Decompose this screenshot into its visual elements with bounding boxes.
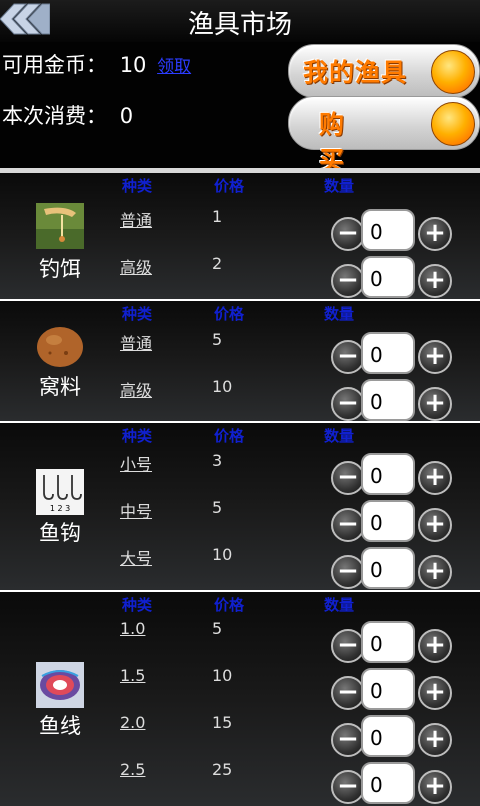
- kind-link[interactable]: 大号: [120, 545, 152, 569]
- price-value: 5: [212, 330, 223, 349]
- price-value: 1: [212, 207, 223, 226]
- quantity-input[interactable]: 0: [361, 453, 415, 495]
- column-header-qty: 数量: [324, 427, 355, 445]
- coins-value: 10: [119, 53, 147, 77]
- spend-value: 0: [119, 104, 134, 128]
- kind-link[interactable]: 小号: [120, 451, 152, 475]
- increase-button[interactable]: +: [418, 770, 452, 804]
- increase-button[interactable]: +: [418, 555, 452, 589]
- coins-row: 可用金币： 10 领取: [2, 49, 191, 79]
- decrease-button[interactable]: −: [331, 461, 365, 495]
- increase-button[interactable]: +: [418, 387, 452, 421]
- column-header-price: 价格: [214, 427, 245, 445]
- table-row: 大号 10 − 0 +: [0, 545, 480, 591]
- table-row: 2.5 25 − 0 +: [0, 760, 480, 806]
- increase-button[interactable]: +: [418, 217, 452, 251]
- decrease-button[interactable]: −: [331, 723, 365, 757]
- account-info: 可用金币： 10 领取 本次消费： 0 我的渔具 购 买: [0, 42, 480, 175]
- kind-link[interactable]: 高级: [120, 377, 152, 401]
- section-bait: 种类 价格 数量 钓饵 普通 1 − 0 + 高级 2 − 0 +: [0, 173, 480, 301]
- column-header-qty: 数量: [324, 596, 355, 614]
- price-value: 25: [212, 760, 233, 779]
- kind-link[interactable]: 2.5: [120, 760, 145, 779]
- column-header-qty: 数量: [324, 177, 355, 195]
- column-header-kind: 种类: [122, 596, 153, 614]
- spend-label: 本次消费：: [2, 104, 107, 128]
- decrease-button[interactable]: −: [331, 340, 365, 374]
- kind-link[interactable]: 高级: [120, 254, 152, 278]
- table-row: 普通 5 − 0 +: [0, 330, 480, 376]
- kind-link[interactable]: 普通: [120, 207, 152, 231]
- page-title: 渔具市场: [187, 10, 292, 40]
- decrease-button[interactable]: −: [331, 508, 365, 542]
- kind-link[interactable]: 1.0: [120, 619, 145, 638]
- quantity-input[interactable]: 0: [361, 379, 415, 421]
- decrease-button[interactable]: −: [331, 629, 365, 663]
- price-value: 5: [212, 498, 223, 517]
- column-header-kind: 种类: [122, 305, 153, 323]
- price-value: 3: [212, 451, 223, 470]
- title-bar: 渔具市场: [0, 0, 480, 42]
- increase-button[interactable]: +: [418, 508, 452, 542]
- orange-orb-icon: [431, 102, 475, 146]
- section-fishhooks: 种类 价格 数量 1 2 3 鱼钩 小号 3 − 0 + 中号 5 − 0 + …: [0, 423, 480, 592]
- column-header-price: 价格: [214, 596, 245, 614]
- buy-button[interactable]: 购 买: [288, 96, 480, 175]
- spend-row: 本次消费： 0: [2, 100, 133, 130]
- increase-button[interactable]: +: [418, 340, 452, 374]
- increase-button[interactable]: +: [418, 723, 452, 757]
- price-value: 10: [212, 377, 233, 396]
- increase-button[interactable]: +: [418, 264, 452, 298]
- column-header-price: 价格: [214, 305, 245, 323]
- decrease-button[interactable]: −: [331, 770, 365, 804]
- table-row: 高级 10 − 0 +: [0, 377, 480, 423]
- increase-button[interactable]: +: [418, 676, 452, 710]
- decrease-button[interactable]: −: [331, 264, 365, 298]
- increase-button[interactable]: +: [418, 629, 452, 663]
- section-groundbait: 种类 价格 数量 窝料 普通 5 − 0 + 高级 10 − 0 +: [0, 301, 480, 423]
- kind-link[interactable]: 2.0: [120, 713, 145, 732]
- quantity-input[interactable]: 0: [361, 547, 415, 589]
- quantity-input[interactable]: 0: [361, 621, 415, 663]
- table-row: 中号 5 − 0 +: [0, 498, 480, 544]
- table-row: 高级 2 − 0 +: [0, 254, 480, 300]
- quantity-input[interactable]: 0: [361, 256, 415, 298]
- my-gear-button[interactable]: 我的渔具: [288, 44, 480, 98]
- claim-coins-link[interactable]: 领取: [157, 57, 191, 77]
- section-fishing-line: 种类 价格 数量 鱼线 1.0 5 − 0 + 1.5 10 − 0 + 2.0…: [0, 592, 480, 806]
- increase-button[interactable]: +: [418, 461, 452, 495]
- table-row: 1.0 5 − 0 +: [0, 619, 480, 665]
- my-gear-label: 我的渔具: [303, 58, 408, 87]
- table-row: 小号 3 − 0 +: [0, 451, 480, 497]
- kind-link[interactable]: 1.5: [120, 666, 145, 685]
- decrease-button[interactable]: −: [331, 555, 365, 589]
- price-value: 10: [212, 666, 233, 685]
- price-value: 5: [212, 619, 223, 638]
- coins-label: 可用金币：: [2, 53, 107, 77]
- quantity-input[interactable]: 0: [361, 209, 415, 251]
- quantity-input[interactable]: 0: [361, 500, 415, 542]
- quantity-input[interactable]: 0: [361, 762, 415, 804]
- kind-link[interactable]: 普通: [120, 330, 152, 354]
- decrease-button[interactable]: −: [331, 217, 365, 251]
- column-header-kind: 种类: [122, 427, 153, 445]
- quantity-input[interactable]: 0: [361, 668, 415, 710]
- column-header-qty: 数量: [324, 305, 355, 323]
- table-row: 1.5 10 − 0 +: [0, 666, 480, 712]
- price-value: 2: [212, 254, 223, 273]
- column-header-price: 价格: [214, 177, 245, 195]
- price-value: 10: [212, 545, 233, 564]
- price-value: 15: [212, 713, 233, 732]
- table-row: 普通 1 − 0 +: [0, 207, 480, 253]
- kind-link[interactable]: 中号: [120, 498, 152, 522]
- column-header-kind: 种类: [122, 177, 153, 195]
- orange-orb-icon: [431, 50, 475, 94]
- quantity-input[interactable]: 0: [361, 715, 415, 757]
- decrease-button[interactable]: −: [331, 676, 365, 710]
- table-row: 2.0 15 − 0 +: [0, 713, 480, 759]
- quantity-input[interactable]: 0: [361, 332, 415, 374]
- decrease-button[interactable]: −: [331, 387, 365, 421]
